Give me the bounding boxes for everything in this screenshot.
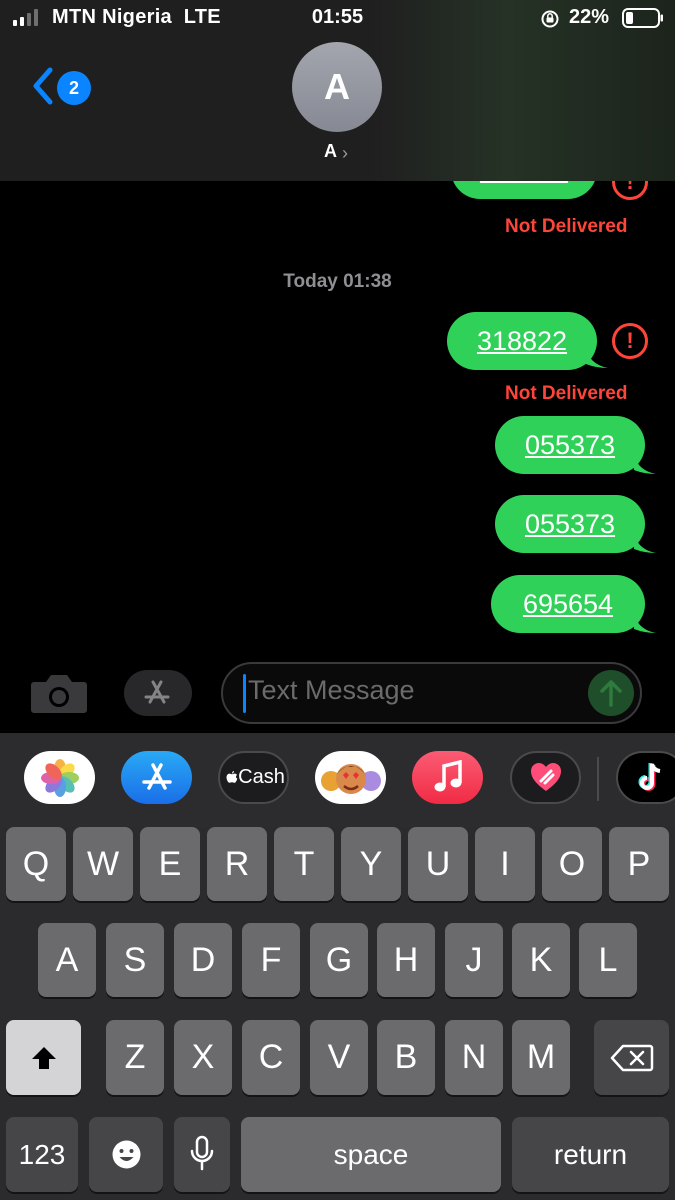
key-l[interactable]: L — [579, 923, 637, 997]
numbers-key[interactable]: 123 — [6, 1117, 78, 1192]
memoji-app-button[interactable] — [315, 751, 386, 804]
error-alert-icon[interactable]: ! — [612, 181, 648, 200]
apple-cash-icon: Cash — [226, 753, 285, 802]
contact-avatar[interactable]: A — [292, 42, 382, 132]
key-x[interactable]: X — [174, 1020, 232, 1095]
bubble-tail — [586, 346, 608, 368]
space-key[interactable]: space — [241, 1117, 501, 1192]
key-y[interactable]: Y — [341, 827, 401, 901]
conversation-timestamp: Today 01:38 — [283, 271, 392, 292]
shift-key[interactable] — [6, 1020, 81, 1095]
delete-key[interactable] — [594, 1020, 669, 1095]
message-bubble-partial[interactable]: 301104 — [451, 181, 597, 199]
key-n[interactable]: N — [445, 1020, 503, 1095]
tiktok-icon — [638, 763, 661, 791]
not-delivered-label: Not Delivered — [505, 383, 628, 404]
back-chevron-icon[interactable] — [30, 66, 56, 106]
app-store-icon — [142, 763, 172, 790]
key-b[interactable]: B — [377, 1020, 435, 1095]
photos-icon — [41, 759, 79, 797]
key-f[interactable]: F — [242, 923, 300, 997]
arrow-up-icon — [600, 680, 622, 707]
return-key[interactable]: return — [512, 1117, 669, 1192]
key-s[interactable]: S — [106, 923, 164, 997]
music-note-icon — [434, 760, 462, 792]
emoji-smiley-icon — [112, 1140, 141, 1169]
key-z[interactable]: Z — [106, 1020, 164, 1095]
key-e[interactable]: E — [140, 827, 200, 901]
not-delivered-label: Not Delivered — [505, 216, 628, 237]
camera-icon[interactable] — [30, 670, 88, 716]
memoji-icon — [321, 764, 381, 794]
message-input-placeholder: Text Message — [248, 675, 415, 705]
text-cursor — [243, 674, 246, 713]
bubble-tail — [634, 531, 656, 553]
app-strip-divider — [597, 757, 599, 801]
key-p[interactable]: P — [609, 827, 669, 901]
message-bubble[interactable]: 695654 — [491, 575, 645, 633]
key-o[interactable]: O — [542, 827, 602, 901]
key-h[interactable]: H — [377, 923, 435, 997]
key-d[interactable]: D — [174, 923, 232, 997]
dictation-key[interactable] — [174, 1117, 230, 1192]
key-v[interactable]: V — [310, 1020, 368, 1095]
key-q[interactable]: Q — [6, 827, 66, 901]
digital-touch-icon — [531, 763, 561, 791]
contact-name[interactable]: A — [324, 141, 337, 162]
bubble-tail — [634, 611, 656, 633]
unread-count-badge[interactable]: 2 — [57, 71, 91, 105]
shift-arrow-icon — [32, 1047, 56, 1069]
app-store-icon — [144, 680, 170, 704]
emoji-key[interactable] — [89, 1117, 163, 1192]
message-bubble[interactable]: 318822 — [447, 312, 597, 370]
key-t[interactable]: T — [274, 827, 334, 901]
key-r[interactable]: R — [207, 827, 267, 901]
app-store-app-button[interactable] — [121, 751, 192, 804]
chevron-right-icon: › — [342, 143, 348, 163]
battery-icon — [622, 8, 663, 28]
orientation-lock-icon — [541, 10, 559, 28]
microphone-icon — [190, 1135, 214, 1171]
apple-cash-app-button[interactable]: Cash — [218, 751, 289, 804]
key-w[interactable]: W — [73, 827, 133, 901]
photos-app-button[interactable] — [24, 751, 95, 804]
message-bubble[interactable]: 055373 — [495, 416, 645, 474]
key-j[interactable]: J — [445, 923, 503, 997]
key-i[interactable]: I — [475, 827, 535, 901]
digital-touch-app-button[interactable] — [510, 751, 581, 804]
backspace-icon — [610, 1044, 654, 1072]
key-g[interactable]: G — [310, 923, 368, 997]
battery-percentage: 22% — [569, 6, 610, 28]
key-m[interactable]: M — [512, 1020, 570, 1095]
key-a[interactable]: A — [38, 923, 96, 997]
key-k[interactable]: K — [512, 923, 570, 997]
bubble-tail — [634, 452, 656, 474]
error-alert-icon[interactable]: ! — [612, 323, 648, 359]
app-store-drawer-button[interactable] — [124, 670, 192, 716]
tiktok-app-button[interactable] — [616, 751, 675, 804]
key-c[interactable]: C — [242, 1020, 300, 1095]
send-button[interactable] — [588, 670, 634, 716]
music-app-button[interactable] — [412, 751, 483, 804]
key-u[interactable]: U — [408, 827, 468, 901]
message-bubble[interactable]: 055373 — [495, 495, 645, 553]
